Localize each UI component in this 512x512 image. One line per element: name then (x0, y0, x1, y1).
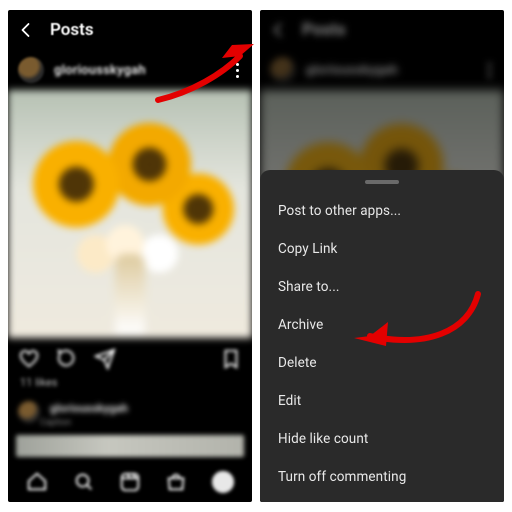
post-author-row[interactable]: gloriousskygah (8, 50, 252, 90)
screenshot-left: Posts gloriousskygah 11 likes glorioussk… (8, 10, 252, 502)
back-arrow-icon[interactable] (270, 21, 288, 39)
avatar[interactable] (18, 401, 40, 423)
page-title: Posts (50, 20, 94, 40)
likes-count[interactable]: 11 likes (8, 374, 252, 395)
story-strip[interactable] (16, 435, 244, 457)
sheet-item-delete[interactable]: Delete (260, 344, 504, 382)
bookmark-icon[interactable] (220, 348, 242, 370)
caption-preview: Caption (40, 418, 128, 428)
sheet-item-turn-off-commenting[interactable]: Turn off commenting (260, 458, 504, 496)
dots-vertical-icon (236, 63, 239, 66)
username: gloriousskygah (306, 63, 398, 78)
bottom-nav (8, 462, 252, 502)
comment-icon[interactable] (56, 348, 78, 370)
more-options-button (485, 60, 494, 81)
sheet-item-archive[interactable]: Archive (260, 306, 504, 344)
options-sheet: Post to other apps... Copy Link Share to… (260, 170, 504, 502)
header: Posts (260, 10, 504, 50)
search-icon[interactable] (73, 471, 95, 493)
dots-vertical-icon (488, 63, 491, 66)
sheet-item-share-to[interactable]: Share to... (260, 268, 504, 306)
avatar (270, 57, 296, 83)
post-actions (8, 338, 252, 374)
sheet-item-edit[interactable]: Edit (260, 382, 504, 420)
reels-icon[interactable] (119, 471, 141, 493)
header: Posts (8, 10, 252, 50)
avatar[interactable] (18, 57, 44, 83)
back-arrow-icon[interactable] (18, 21, 36, 39)
sheet-item-hide-like-count[interactable]: Hide like count (260, 420, 504, 458)
post-author-row: gloriousskygah (260, 50, 504, 90)
profile-icon[interactable] (212, 471, 234, 493)
sheet-item-post-other-apps[interactable]: Post to other apps... (260, 192, 504, 230)
sheet-grabber-icon[interactable] (365, 180, 399, 184)
more-options-button[interactable] (233, 60, 242, 81)
username: gloriousskygah (50, 402, 128, 415)
share-icon[interactable] (94, 348, 116, 370)
shop-icon[interactable] (165, 471, 187, 493)
screenshot-right: Posts gloriousskygah Post to other apps.… (260, 10, 504, 502)
post-image[interactable] (8, 90, 252, 338)
page-title: Posts (302, 20, 346, 40)
username[interactable]: gloriousskygah (54, 63, 146, 78)
comment-author-row[interactable]: gloriousskygah Caption (8, 395, 252, 429)
heart-icon[interactable] (18, 348, 40, 370)
sheet-item-copy-link[interactable]: Copy Link (260, 230, 504, 268)
home-icon[interactable] (26, 471, 48, 493)
